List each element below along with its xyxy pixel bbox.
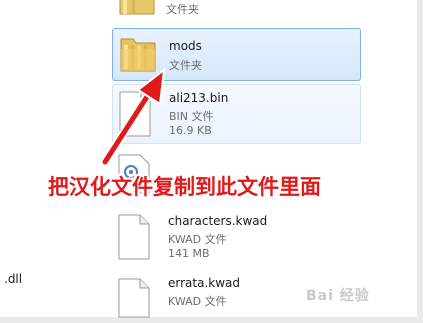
annotation-text: 把汉化文件复制到此文件里面 xyxy=(48,175,321,199)
watermark: Bai 经验 xyxy=(306,288,370,304)
explorer-file-view: 文件夹 mods 文件夹 ali213.bin BIN 文件 16.9 KB c… xyxy=(0,0,423,323)
annotation-arrow xyxy=(100,67,166,167)
